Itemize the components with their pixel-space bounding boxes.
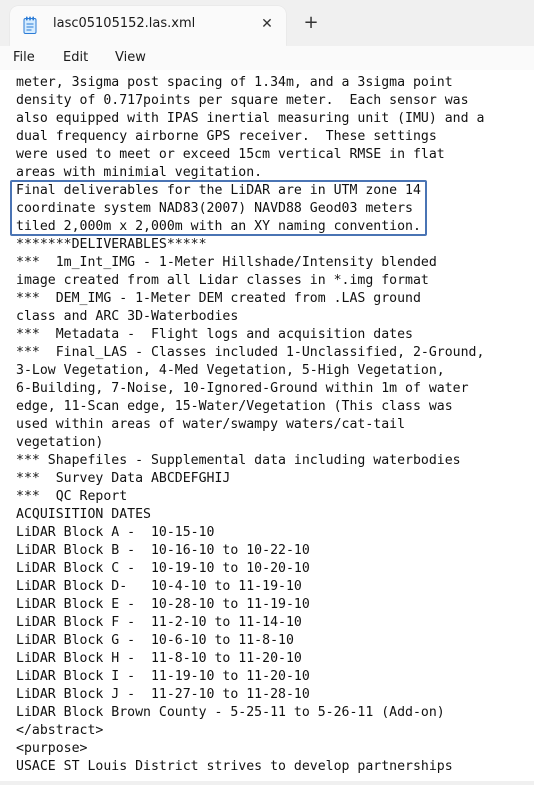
notepad-icon bbox=[23, 16, 37, 34]
notepad-window: lasc05105152.las.xml ✕ + File Edit View … bbox=[0, 0, 534, 785]
menu-bar: File Edit View bbox=[0, 46, 534, 70]
text-line: were used to meet or exceed 15cm vertica… bbox=[16, 147, 445, 162]
text-line: 6-Building, 7-Noise, 10-Ignored-Ground w… bbox=[16, 381, 469, 396]
text-line: meter, 3sigma post spacing of 1.34m, and… bbox=[16, 75, 453, 90]
text-line: *******DELIVERABLES***** bbox=[16, 237, 207, 252]
text-line: also equipped with IPAS inertial measuri… bbox=[16, 111, 485, 126]
text-line: *** Final_LAS - Classes included 1-Uncla… bbox=[16, 345, 485, 360]
text-line: LiDAR Block E - 10-28-10 to 11-19-10 bbox=[16, 597, 310, 612]
window-bottom-edge bbox=[0, 781, 534, 785]
text-line: image created from all Lidar classes in … bbox=[16, 273, 429, 288]
text-line: ACQUISITION DATES bbox=[16, 507, 151, 522]
text-line: *** Survey Data ABCDEFGHIJ bbox=[16, 471, 231, 486]
text-line: LiDAR Block B - 10-16-10 to 10-22-10 bbox=[16, 543, 310, 558]
menu-file[interactable]: File bbox=[13, 50, 35, 65]
text-line: USACE ST Louis District strives to devel… bbox=[16, 759, 453, 774]
text-line: </abstract> bbox=[16, 723, 104, 738]
text-line: vegetation) bbox=[16, 435, 104, 450]
text-line: tiled 2,000m x 2,000m with an XY naming … bbox=[16, 219, 421, 234]
text-line: Final deliverables for the LiDAR are in … bbox=[16, 183, 421, 198]
text-line: LiDAR Block Brown County - 5-25-11 to 5-… bbox=[16, 705, 445, 720]
text-line: *** 1m_Int_IMG - 1-Meter Hillshade/Inten… bbox=[16, 255, 437, 270]
text-line: coordinate system NAD83(2007) NAVD88 Geo… bbox=[16, 201, 413, 216]
menu-view[interactable]: View bbox=[115, 50, 146, 65]
new-tab-button[interactable]: + bbox=[299, 11, 323, 35]
text-line: density of 0.717points per square meter.… bbox=[16, 93, 469, 108]
tab-title: lasc05105152.las.xml bbox=[53, 16, 196, 31]
text-editor[interactable]: meter, 3sigma post spacing of 1.34m, and… bbox=[0, 70, 534, 785]
text-line: *** DEM_IMG - 1-Meter DEM created from .… bbox=[16, 291, 421, 306]
text-line: LiDAR Block H - 11-8-10 to 11-20-10 bbox=[16, 651, 302, 666]
text-line: edge, 11-Scan edge, 15-Water/Vegetation … bbox=[16, 399, 453, 414]
text-line: *** Shapefiles - Supplemental data inclu… bbox=[16, 453, 461, 468]
menu-edit[interactable]: Edit bbox=[63, 50, 88, 65]
text-line: used within areas of water/swampy waters… bbox=[16, 417, 406, 432]
text-line: LiDAR Block J - 11-27-10 to 11-28-10 bbox=[16, 687, 310, 702]
text-line: LiDAR Block F - 11-2-10 to 11-14-10 bbox=[16, 615, 302, 630]
text-line: LiDAR Block C - 10-19-10 to 10-20-10 bbox=[16, 561, 310, 576]
text-line: *** Metadata - Flight logs and acquisiti… bbox=[16, 327, 413, 342]
text-line: LiDAR Block I - 11-19-10 to 11-20-10 bbox=[16, 669, 310, 684]
text-line: LiDAR Block G - 10-6-10 to 11-8-10 bbox=[16, 633, 294, 648]
close-tab-icon[interactable]: ✕ bbox=[256, 13, 278, 35]
title-bar: lasc05105152.las.xml ✕ + bbox=[0, 0, 534, 46]
text-line: 3-Low Vegetation, 4-Med Vegetation, 5-Hi… bbox=[16, 363, 445, 378]
text-line: class and ARC 3D-Waterbodies bbox=[16, 309, 239, 324]
text-line: LiDAR Block A - 10-15-10 bbox=[16, 525, 215, 540]
tab-document[interactable]: lasc05105152.las.xml ✕ bbox=[10, 6, 286, 46]
text-line: dual frequency airborne GPS receiver. Th… bbox=[16, 129, 437, 144]
text-line: <purpose> bbox=[16, 741, 88, 756]
text-line: *** QC Report bbox=[16, 489, 128, 504]
text-line: areas with minimial vegitation. bbox=[16, 165, 263, 180]
text-line: LiDAR Block D- 10-4-10 to 11-19-10 bbox=[16, 579, 302, 594]
